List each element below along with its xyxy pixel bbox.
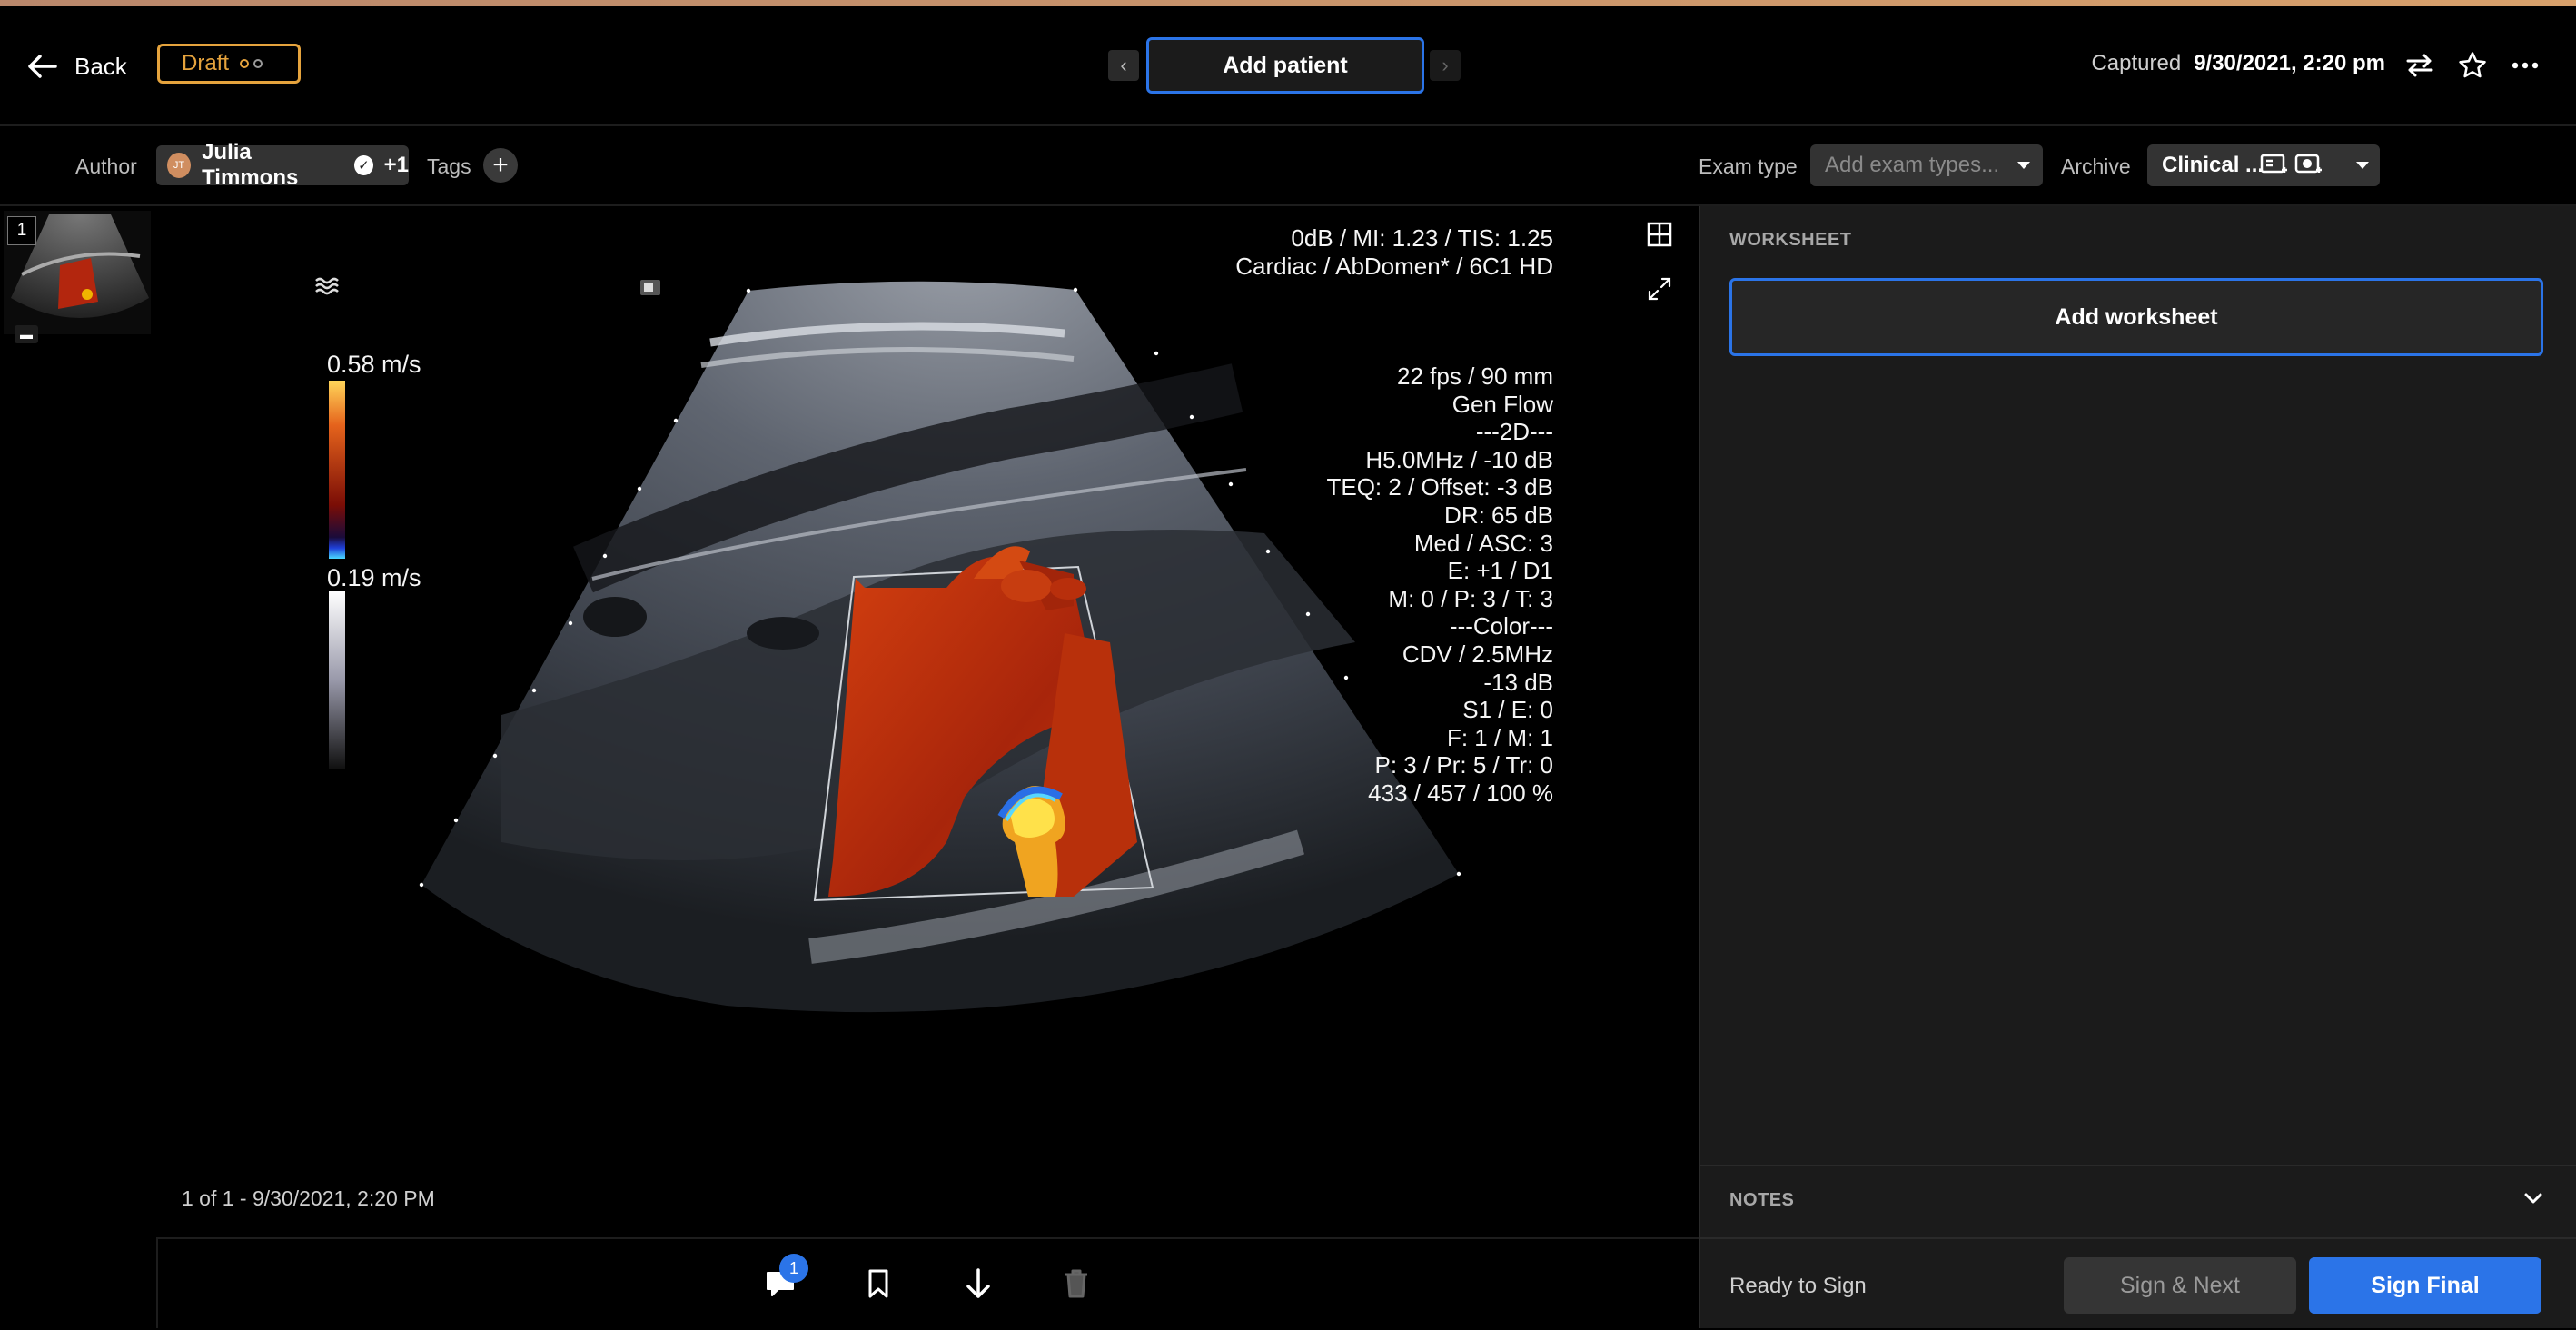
captured-value: 9/30/2021, 2:20 pm [2194,51,2385,75]
param-line: TEQ: 2 / Offset: -3 dB [1326,473,1553,501]
param-line: F: 1 / M: 1 [1446,723,1553,751]
chevron-down-icon [2524,1193,2542,1204]
chevron-down-icon [2356,162,2369,169]
overlay-line: 0dB / MI: 1.23 / TIS: 1.25 [1291,224,1553,252]
add-worksheet-button[interactable]: Add worksheet [1729,278,2543,356]
status-badge-label: Draft [182,51,230,75]
worksheet-title: WORKSHEET [1729,230,1852,250]
captured-info: Captured 9/30/2021, 2:20 pm [2091,51,2385,76]
comment-icon: ▬ [15,325,38,343]
param-line: DR: 65 dB [1444,501,1553,529]
wave-icon [315,277,339,295]
param-line: Gen Flow [1451,390,1553,418]
dot-empty [253,59,263,68]
sign-final-button[interactable]: Sign Final [2309,1257,2541,1314]
author-label: Author [75,154,137,178]
dot-filled [240,59,250,68]
param-line: ---2D--- [1475,418,1553,446]
verified-check-icon: ✓ [354,155,373,175]
add-tag-button[interactable]: + [483,148,518,183]
overlay-line: Cardiac / AbDomen* / 6C1 HD [1235,252,1553,280]
comment-count-badge: 1 [779,1254,808,1283]
author-name: Julia Timmons [202,140,299,190]
image-caption: 1 of 1 - 9/30/2021, 2:20 PM [182,1186,435,1210]
param-line: Med / ASC: 3 [1413,529,1553,557]
worklist-icon [2260,154,2287,174]
velocity-scale-bottom: 0.19 m/s [327,564,421,591]
acquisition-parameters: 22 fps / 90 mm Gen Flow ---2D--- H5.0MHz… [1326,362,1553,808]
exam-type-select[interactable]: Add exam types... [1810,144,2043,186]
archive-label: Archive [2061,154,2131,178]
archive-select[interactable]: Clinical ... [2147,144,2380,186]
notes-toggle[interactable] [2522,1186,2545,1215]
back-button[interactable]: Back [25,41,127,92]
plus-icon: + [492,150,509,180]
image-viewer[interactable]: 0dB / MI: 1.23 / TIS: 1.25 Cardiac / AbD… [156,206,1699,1237]
pacs-icon [2294,154,2322,174]
bookmark-button[interactable] [856,1261,901,1306]
param-line: ---Color--- [1449,612,1553,640]
param-line: 22 fps / 90 mm [1397,362,1553,390]
add-patient-button[interactable]: Add patient [1146,37,1424,94]
image-toolbar [156,1237,1699,1330]
param-line: -13 dB [1483,668,1553,696]
next-button[interactable]: › [1430,50,1461,81]
top-accent-strip [0,0,2576,6]
param-line: H5.0MHz / -10 dB [1365,445,1553,473]
signing-status: Ready to Sign [1729,1274,1867,1298]
thumbnail-rail [0,206,158,1328]
chevron-down-icon [2017,162,2030,169]
param-line: E: +1 / D1 [1447,557,1553,585]
status-badge[interactable]: Draft [157,44,301,84]
param-line: P: 3 / Pr: 5 / Tr: 0 [1374,751,1553,779]
back-label: Back [74,52,127,80]
avatar: JT [167,153,192,178]
worksheet-panel [1699,206,2576,1328]
exam-type-label: Exam type [1699,154,1798,178]
download-icon [966,1268,990,1298]
param-line: S1 / E: 0 [1462,696,1553,724]
divider [1700,1165,2576,1166]
grid-icon[interactable] [1646,221,1673,253]
captured-label: Captured [2091,51,2182,75]
param-line: M: 0 / P: 3 / T: 3 [1388,584,1553,612]
acquisition-overlay-top: 0dB / MI: 1.23 / TIS: 1.25 Cardiac / AbD… [1235,224,1553,280]
expand-icon[interactable] [1646,275,1673,307]
param-line: 433 / 457 / 100 % [1368,779,1553,807]
chevron-right-icon: › [1442,54,1449,76]
archive-value: Clinical ... [2162,153,2264,177]
chevron-left-icon: ‹ [1120,54,1127,76]
swap-icon[interactable] [2400,45,2440,85]
draft-progress-dots [240,59,263,68]
delete-button[interactable] [1054,1261,1099,1306]
star-icon[interactable] [2452,45,2492,85]
velocity-scale-top: 0.58 m/s [327,351,421,378]
arrow-left-icon [28,55,57,78]
more-icon[interactable] [2505,45,2545,85]
thumbnail-number: 1 [7,216,36,245]
author-chip[interactable]: JT Julia Timmons ✓ +1 [156,140,409,190]
notes-title: NOTES [1729,1190,1795,1210]
previous-button[interactable]: ‹ [1108,50,1139,81]
param-line: CDV / 2.5MHz [1402,640,1553,668]
bookmark-icon [868,1269,888,1298]
sign-and-next-button[interactable]: Sign & Next [2064,1257,2296,1314]
divider [1700,1237,2576,1239]
tags-label: Tags [427,154,471,178]
exam-type-placeholder: Add exam types... [1825,153,2000,177]
download-button[interactable] [956,1261,1001,1306]
trash-icon [1065,1269,1087,1298]
author-extra-count: +1 [383,153,409,177]
